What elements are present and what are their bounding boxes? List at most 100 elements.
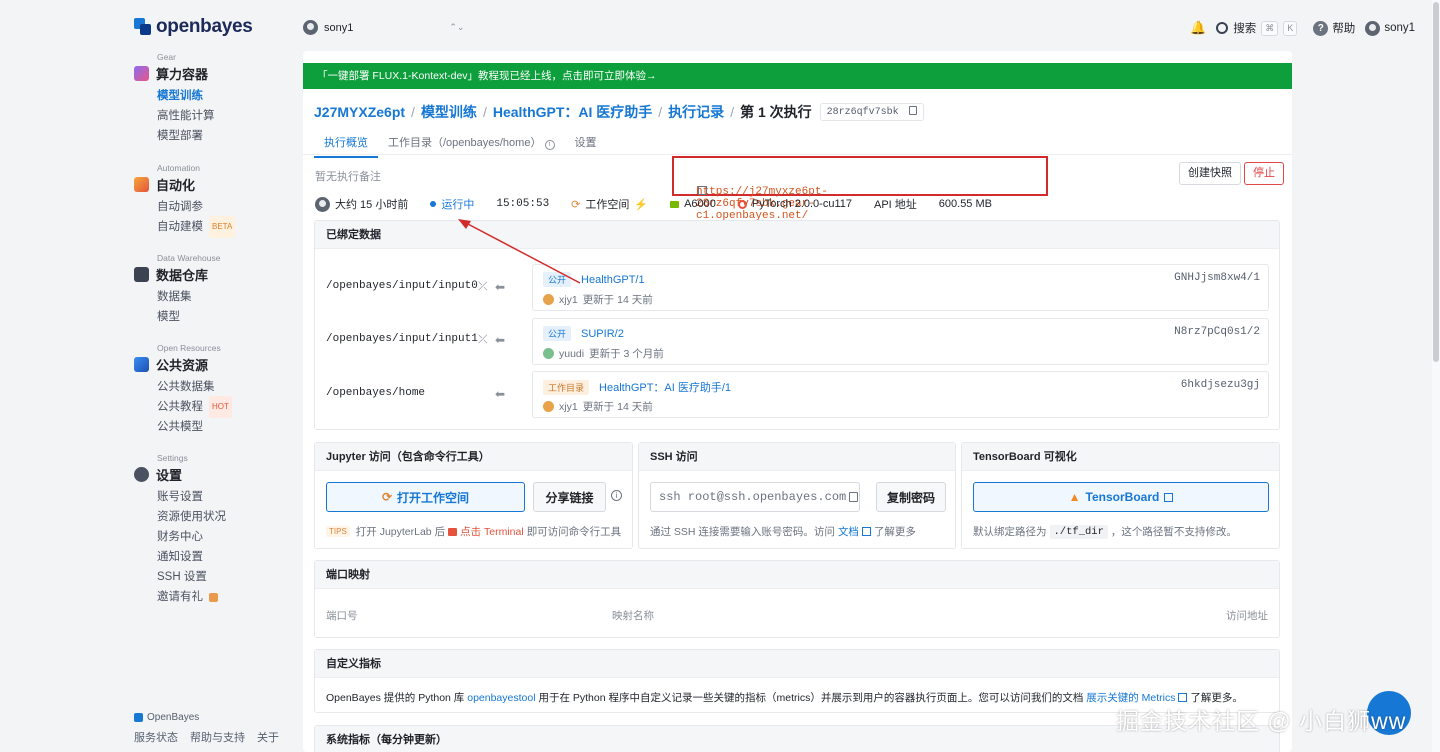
breadcrumb-container[interactable]: HealthGPT：AI 医疗助手 bbox=[493, 102, 652, 122]
breadcrumb-current: 第 1 次执行 bbox=[740, 104, 812, 120]
avatar bbox=[315, 196, 330, 212]
sidebar-item-model-deploy[interactable]: 模型部署 bbox=[157, 126, 215, 146]
workspace-link[interactable]: ⟳ 工作空间 ⚡ bbox=[571, 196, 648, 212]
sidebar-item-public-models[interactable]: 公共模型 bbox=[157, 417, 232, 437]
gpu-text: A6000 bbox=[684, 198, 716, 210]
watermark: 掘金技术社区 @ 小白狮ww bbox=[1116, 708, 1407, 734]
bind-path: /openbayes/input/input1 bbox=[326, 333, 478, 345]
jupyter-icon: ⟳ bbox=[381, 490, 393, 504]
breadcrumb: J27MYXZe6pt / 模型训练 / HealthGPT：AI 医疗助手 /… bbox=[314, 102, 924, 122]
workspace-user-select[interactable]: sony1 ⌃⌄ bbox=[303, 20, 464, 35]
workdir-link[interactable]: HealthGPT：AI 医疗助手/1 bbox=[599, 379, 731, 395]
announcement-banner[interactable]: 「一键部署 FLUX.1-Kontext-dev」教程现已经上线，点击即可立即体… bbox=[303, 63, 1292, 89]
search-icon bbox=[1216, 22, 1229, 34]
external-link-icon bbox=[698, 186, 707, 195]
stat-time: 15:05:53 bbox=[496, 198, 550, 210]
breadcrumb-sep: / bbox=[411, 104, 415, 120]
status-badge: 运行中 bbox=[430, 196, 474, 212]
breadcrumb-project[interactable]: J27MYXZe6pt bbox=[314, 104, 405, 120]
ssh-command-field[interactable]: ssh root@ssh.openbayes.com bbox=[650, 482, 860, 512]
nav-group-title[interactable]: 自动化 bbox=[134, 175, 235, 194]
avatar bbox=[543, 294, 554, 305]
sidebar-item-auto-tune[interactable]: 自动调参 bbox=[157, 197, 235, 217]
sidebar-item-auto-model[interactable]: 自动建模 BETA bbox=[157, 216, 236, 238]
nav-group-warehouse: Data Warehouse 数据仓库 数据集 模型 bbox=[134, 253, 220, 327]
breadcrumb-sep: / bbox=[658, 104, 663, 120]
sidebar-item-notifications[interactable]: 通知设置 bbox=[157, 547, 226, 567]
nav-group-title[interactable]: 数据仓库 bbox=[134, 265, 220, 284]
nav-group-title[interactable]: 算力容器 bbox=[134, 64, 215, 83]
breadcrumb-sep: / bbox=[730, 104, 735, 120]
nav-group-title[interactable]: 公共资源 bbox=[134, 355, 232, 374]
api-address-link[interactable]: API 地址 bbox=[874, 196, 917, 212]
copy-icon[interactable] bbox=[849, 492, 858, 502]
sidebar-footer: OpenBayes 服务状态 帮助与支持 关于 bbox=[134, 712, 279, 745]
search-button[interactable]: 搜索 ⌘ K bbox=[1216, 20, 1298, 36]
bound-dataset-card[interactable]: 公开 HealthGPT/1 GNHJjsm8xw4/1 xjy1 更新于 14 天… bbox=[532, 264, 1269, 311]
help-button[interactable]: ? 帮助 bbox=[1313, 20, 1355, 36]
nav-group-title[interactable]: 设置 bbox=[134, 465, 226, 484]
sidebar-item-models[interactable]: 模型 bbox=[157, 307, 220, 327]
breadcrumb-section[interactable]: 模型训练 bbox=[421, 102, 477, 122]
visibility-badge: 公开 bbox=[543, 326, 572, 341]
logo[interactable]: openbayes bbox=[134, 16, 253, 38]
open-workspace-label: 打开工作空间 bbox=[397, 490, 470, 505]
nav-group-sub: Settings bbox=[157, 453, 188, 463]
nav-group-title-text: 数据仓库 bbox=[156, 268, 209, 283]
dataset-link[interactable]: HealthGPT/1 bbox=[581, 274, 645, 286]
share-link-button[interactable]: 分享链接 bbox=[533, 482, 606, 512]
user-name: sony1 bbox=[1384, 22, 1415, 34]
bound-dataset-card[interactable]: 公开 SUPIR/2 N8rz7pCq0s1/2 yuudi 更新于 3 个月前 bbox=[532, 318, 1269, 365]
column-header-port: 端口号 bbox=[326, 610, 358, 622]
copy-icon[interactable] bbox=[908, 106, 917, 115]
dataset-link[interactable]: SUPIR/2 bbox=[581, 328, 624, 340]
sidebar-item-model-training[interactable]: 模型训练 bbox=[157, 86, 215, 106]
openbayes-small-logo-icon bbox=[134, 713, 143, 722]
bell-icon[interactable]: 🔔 bbox=[1190, 20, 1206, 36]
pytorch-icon bbox=[737, 199, 747, 209]
footer-link-about[interactable]: 关于 bbox=[257, 729, 279, 745]
sidebar-item-usage[interactable]: 资源使用状况 bbox=[157, 507, 226, 527]
info-icon[interactable]: i bbox=[611, 490, 622, 501]
bind-path: /openbayes/input/input0 bbox=[326, 280, 478, 292]
sidebar-item-public-tutorials[interactable]: 公共教程 HOT bbox=[157, 396, 232, 418]
user-menu[interactable]: sony1 bbox=[1365, 20, 1415, 36]
sidebar-item-hpc[interactable]: 高性能计算 bbox=[157, 106, 215, 126]
panel-title: 端口映射 bbox=[315, 561, 1279, 589]
tip-text: 即可访问命令行工具 bbox=[526, 526, 622, 538]
stop-button[interactable]: 停止 bbox=[1244, 162, 1284, 185]
open-workspace-button[interactable]: ⟳ 打开工作空间 bbox=[326, 482, 525, 512]
kbd-k: K bbox=[1283, 20, 1298, 36]
panel-title: SSH 访问 bbox=[639, 443, 955, 471]
scrollbar-thumb[interactable] bbox=[1433, 2, 1439, 362]
tip-text: 打开 JupyterLab 后 bbox=[355, 526, 446, 538]
arrow-left-icon: ⬅ bbox=[495, 387, 506, 401]
ssh-doc-link[interactable]: 文档 bbox=[838, 524, 859, 539]
sidebar-item-datasets[interactable]: 数据集 bbox=[157, 287, 220, 307]
sidebar-item-label: 公共教程 bbox=[157, 401, 203, 413]
workspace-user-name: sony1 bbox=[324, 21, 354, 34]
nav-group-sub: Automation bbox=[157, 163, 200, 173]
tensorboard-button[interactable]: ▲ TensorBoard bbox=[973, 482, 1269, 512]
sidebar-item-account[interactable]: 账号设置 bbox=[157, 487, 226, 507]
unlink-icon[interactable]: ⤫ bbox=[478, 279, 488, 294]
bound-workdir-card[interactable]: 工作目录 HealthGPT：AI 医疗助手/1 6hkdjsezu3gj xjy… bbox=[532, 371, 1269, 418]
bound-row: /openbayes/input/input0 ⤫ bbox=[326, 279, 488, 293]
sidebar-item-finance[interactable]: 财务中心 bbox=[157, 527, 226, 547]
openbayestool-link[interactable]: openbayestool bbox=[467, 692, 535, 704]
footer-link-status[interactable]: 服务状态 bbox=[134, 729, 178, 745]
breadcrumb-records[interactable]: 执行记录 bbox=[668, 102, 724, 122]
stat-duration: 大约 15 小时前 bbox=[315, 196, 408, 212]
visibility-badge: 公开 bbox=[543, 272, 572, 287]
execution-hash[interactable]: 28rz6qfv7sbk bbox=[819, 103, 924, 121]
dataset-hash: N8rz7pCq0s1/2 bbox=[1174, 326, 1260, 338]
footer-link-help[interactable]: 帮助与支持 bbox=[190, 729, 245, 745]
unlink-icon[interactable]: ⤫ bbox=[478, 332, 488, 347]
sidebar-item-invite[interactable]: 邀请有礼 bbox=[157, 587, 226, 607]
create-snapshot-button[interactable]: 创建快照 bbox=[1179, 162, 1241, 185]
scrollbar[interactable] bbox=[1432, 0, 1440, 752]
sidebar-item-public-datasets[interactable]: 公共数据集 bbox=[157, 377, 232, 397]
sidebar-item-ssh[interactable]: SSH 设置 bbox=[157, 567, 226, 587]
copy-password-button[interactable]: 复制密码 bbox=[876, 482, 946, 512]
execution-note[interactable]: 暂无执行备注 bbox=[315, 168, 381, 184]
